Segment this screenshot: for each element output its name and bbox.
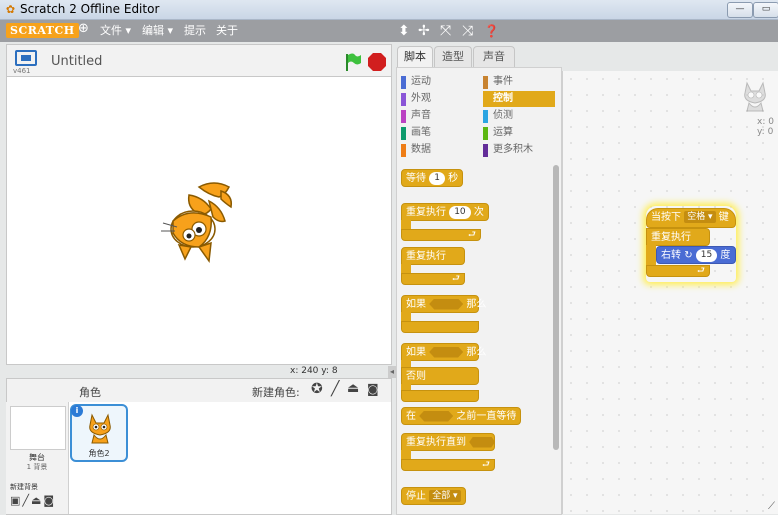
- stop-sign-icon[interactable]: [367, 52, 387, 72]
- hat-block-when-key-pressed[interactable]: 当按下 空格 ▾ 键: [646, 208, 736, 228]
- sprite-ghost-thumbnail: [744, 81, 766, 112]
- category-looks[interactable]: 外观: [401, 91, 479, 107]
- block-repeat-bottom: ⮐: [401, 229, 481, 241]
- choose-sprite-from-library-icon[interactable]: ✪: [311, 381, 323, 397]
- block-if-else[interactable]: 如果 那么: [401, 343, 486, 361]
- category-control-selected[interactable]: 控制: [483, 91, 555, 107]
- category-sensing[interactable]: 侦测: [483, 108, 557, 124]
- help-icon[interactable]: ❓: [484, 23, 499, 39]
- block-wait-secs[interactable]: 等待 1 秒: [401, 169, 464, 187]
- restore-button[interactable]: ▭: [753, 2, 778, 18]
- block-repeat[interactable]: 重复执行 10 次: [401, 203, 489, 221]
- green-flag-icon[interactable]: [343, 52, 363, 72]
- script-forever-bottom: ⮐: [646, 265, 710, 277]
- script-forever-side: [646, 245, 656, 267]
- new-sprite-label: 新建角色:: [252, 386, 300, 399]
- block-if-bottom: [401, 321, 479, 333]
- cat-sprite-on-stage[interactable]: [159, 177, 243, 267]
- stage-thumbnail-column: 舞台 1 背景 新建背景 ▣╱⏏◙: [6, 402, 69, 514]
- window-title: Scratch 2 Offline Editor: [20, 2, 160, 16]
- block-stop[interactable]: 停止 全部 ▾: [401, 487, 466, 505]
- cat-sprite-thumbnail: [89, 413, 111, 444]
- block-forever[interactable]: 重复执行: [401, 247, 465, 265]
- fullscreen-icon[interactable]: [15, 50, 37, 66]
- block-if-then[interactable]: 如果 那么: [401, 295, 486, 313]
- backdrop-count: 1 背景: [26, 463, 48, 471]
- sprite-x-readout: x: 0: [757, 117, 774, 127]
- scripts-area[interactable]: x: 0 y: 0 当按下 空格 ▾ 键 重复执行 右转 ↻ 15 度 ⮐ ⟋: [562, 71, 778, 514]
- version-label: v461: [13, 67, 31, 75]
- category-data[interactable]: 数据: [401, 142, 479, 158]
- language-globe-icon[interactable]: ⊕: [78, 22, 89, 36]
- menu-about[interactable]: 关于: [216, 24, 238, 38]
- block-repeat-until-bottom: ⮐: [401, 459, 495, 471]
- menu-edit[interactable]: 编辑 ▾: [142, 24, 173, 38]
- block-else-label: 否则: [401, 367, 479, 385]
- upload-sprite-icon[interactable]: ⏏: [347, 381, 359, 396]
- stage-canvas[interactable]: [6, 76, 392, 365]
- palette-scrollbar[interactable]: [553, 165, 559, 450]
- block-repeat-until[interactable]: 重复执行直到: [401, 433, 496, 451]
- camera-sprite-icon[interactable]: ◙: [367, 382, 379, 396]
- scratch-app-icon: ✿: [5, 3, 16, 16]
- backdrop-tools-icons[interactable]: ▣╱⏏◙: [10, 494, 56, 507]
- minimize-button[interactable]: —: [727, 2, 753, 18]
- mouse-coords: x: 240 y: 8: [290, 366, 338, 376]
- menu-tips[interactable]: 提示: [184, 24, 206, 38]
- category-more-blocks[interactable]: 更多积木: [483, 142, 557, 158]
- title-bar: ✿ Scratch 2 Offline Editor — ▭: [0, 0, 778, 20]
- sprite-info-icon[interactable]: i: [71, 405, 83, 417]
- sprite-tile-selected[interactable]: i 角色2: [70, 404, 128, 462]
- sprite-pane-title: 角色: [79, 386, 101, 399]
- script-forever-block[interactable]: 重复执行: [646, 228, 710, 246]
- block-categories: 运动 外观 声音 画笔 数据 事件 控制 侦测 运算 更多积木: [396, 67, 562, 161]
- duplicate-stamp-icon[interactable]: ⬍: [398, 23, 410, 39]
- scratch-logo[interactable]: SCRATCH: [6, 23, 79, 38]
- stage-header: v461 Untitled: [6, 44, 392, 77]
- tab-costumes[interactable]: 造型: [434, 46, 472, 67]
- category-pen[interactable]: 画笔: [401, 125, 479, 141]
- paint-new-sprite-icon[interactable]: ╱: [331, 381, 339, 397]
- sprite-pane-header: 角色 新建角色: ✪ ╱ ⏏ ◙: [6, 378, 392, 404]
- block-palette: 等待 1 秒 重复执行 10 次 ⮐ 重复执行 ⮐ 如果 那么 如果 那么 否则…: [396, 159, 562, 515]
- delete-cut-icon[interactable]: ✢: [418, 23, 430, 39]
- category-sound[interactable]: 声音: [401, 108, 479, 124]
- block-wait-until[interactable]: 在 之前一直等待: [401, 407, 522, 425]
- block-forever-bottom: ⮐: [401, 273, 465, 285]
- sprite-y-readout: y: 0: [757, 127, 774, 137]
- menu-file[interactable]: 文件 ▾: [100, 24, 131, 38]
- new-backdrop-label: 新建背景: [10, 483, 38, 491]
- menu-bar: SCRATCH ⊕ 文件 ▾ 编辑 ▾ 提示 关于 ⬍ ✢ ⤧ ⤨ ❓: [0, 20, 778, 42]
- stage-collapse-handle[interactable]: ◂: [388, 366, 396, 378]
- resize-corner-icon[interactable]: ⟋: [768, 501, 775, 512]
- tab-scripts[interactable]: 脚本: [397, 46, 433, 68]
- tab-sounds[interactable]: 声音: [473, 46, 515, 67]
- shrink-icon[interactable]: ⤨: [462, 23, 473, 39]
- category-events[interactable]: 事件: [483, 74, 557, 90]
- category-operators[interactable]: 运算: [483, 125, 557, 141]
- stage-thumbnail[interactable]: [10, 406, 66, 450]
- sprite-name: 角色2: [88, 449, 110, 458]
- category-motion[interactable]: 运动: [401, 74, 479, 90]
- script-turn-right-block[interactable]: 右转 ↻ 15 度: [656, 246, 736, 264]
- block-if-else-bottom: [401, 390, 479, 402]
- grow-icon[interactable]: ⤧: [440, 23, 451, 39]
- project-title-input[interactable]: Untitled: [51, 54, 102, 69]
